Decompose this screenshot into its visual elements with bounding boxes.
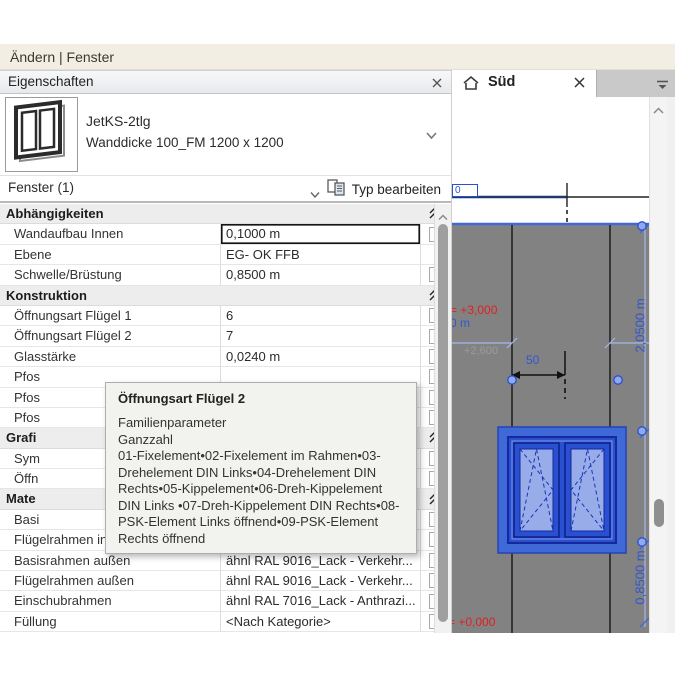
- tooltip-meta2: Ganzzahl: [118, 431, 173, 447]
- property-row: Einschubrahmen ähnl RAL 7016_Lack - Anth…: [0, 591, 447, 612]
- property-row: Öffnungsart Flügel 1 6: [0, 305, 447, 327]
- filter-row: Fenster (1) Typ bearbeiten: [0, 176, 451, 203]
- property-label: Füllung: [14, 613, 57, 629]
- drawing-viewport: Süd 0 = +3,000 0 m +2,600 50 2,0500 m 0,…: [452, 70, 675, 633]
- property-value[interactable]: 7: [220, 326, 421, 346]
- property-value[interactable]: 0,8500 m: [220, 265, 421, 285]
- section-row[interactable]: Konstruktion: [0, 285, 447, 306]
- property-value[interactable]: 0,1000 m: [220, 224, 421, 244]
- property-label: Glasstärke: [14, 348, 77, 364]
- properties-panel-title: Eigenschaften: [8, 74, 94, 89]
- chevron-down-icon[interactable]: [310, 185, 320, 203]
- edit-type-label: Typ bearbeiten: [351, 181, 441, 197]
- property-row: Flügelrahmen außen ähnl RAL 9016_Lack - …: [0, 571, 447, 592]
- property-value[interactable]: <Nach Kategorie>: [220, 611, 421, 632]
- view-scrollbar[interactable]: [649, 97, 667, 633]
- property-label: Öffnungsart Flügel 2: [14, 328, 132, 344]
- type-name: Wanddicke 100_FM 1200 x 1200: [86, 135, 284, 150]
- level-annotation-top[interactable]: = +3,000: [452, 303, 497, 317]
- tooltip-body: 01-Fixelement•02-Fixelement im Rahmen•03…: [118, 448, 400, 546]
- view-tab-menu-icon[interactable]: [656, 78, 669, 96]
- property-label: Flügelrahmen außen: [14, 573, 134, 589]
- dim-annotation-top[interactable]: 0 m: [452, 316, 470, 330]
- mode-toolbar-label: Ändern | Fenster: [10, 49, 115, 65]
- property-row: Schwelle/Brüstung 0,8500 m: [0, 265, 447, 286]
- property-value[interactable]: ähnl RAL 7016_Lack - Anthrazi...: [220, 591, 421, 611]
- revit-window: Ändern | Fenster Eigenschaften JetKS-2tl…: [0, 0, 675, 675]
- scrollbar-thumb[interactable]: [654, 499, 664, 527]
- tab-sued[interactable]: Süd: [452, 70, 597, 97]
- property-label: Einschubrahmen: [14, 593, 112, 609]
- close-icon[interactable]: [429, 75, 445, 91]
- property-label: Wandaufbau Innen: [14, 226, 124, 242]
- properties-panel-header: Eigenschaften: [0, 70, 451, 94]
- width-dimension-value[interactable]: 50: [526, 353, 539, 367]
- level-annotation-faint: +2,600: [464, 345, 498, 357]
- tooltip-title: Öffnungsart Flügel 2: [118, 391, 246, 406]
- height-dimension-top[interactable]: 2,0500 m: [633, 291, 648, 361]
- properties-scrollbar[interactable]: [434, 204, 451, 633]
- element-filter[interactable]: Fenster (1): [8, 180, 74, 195]
- mode-toolbar: Ändern | Fenster: [0, 44, 675, 70]
- right-edge-strip: [667, 97, 675, 633]
- property-value[interactable]: ähnl RAL 9016_Lack - Verkehr...: [220, 571, 421, 591]
- property-label: Schwelle/Brüstung: [14, 267, 122, 283]
- scrollbar-thumb[interactable]: [438, 224, 448, 622]
- edit-type-button[interactable]: Typ bearbeiten: [327, 178, 441, 200]
- elevation-drawing: [452, 183, 649, 633]
- view-tab-bar: Süd: [452, 70, 675, 97]
- section-label: Konstruktion: [6, 287, 87, 303]
- type-name-block: JetKS-2tlg Wanddicke 100_FM 1200 x 1200: [86, 110, 284, 154]
- property-label: Ebene: [14, 246, 52, 262]
- property-value[interactable]: 0,0240 m: [220, 346, 421, 367]
- property-row: Füllung <Nach Kategorie>: [0, 611, 447, 633]
- property-value[interactable]: EG- OK FFB: [220, 244, 421, 265]
- level-head-tag[interactable]: 0: [452, 184, 478, 197]
- elevation-canvas[interactable]: 0 = +3,000 0 m +2,600 50 2,0500 m 0,8500…: [452, 97, 649, 633]
- section-label: Abhängigkeiten: [6, 206, 104, 221]
- scroll-up-icon[interactable]: [653, 102, 664, 120]
- property-row: Wandaufbau Innen 0,1000 m: [0, 224, 447, 245]
- family-name: JetKS-2tlg: [86, 113, 151, 129]
- property-value[interactable]: 6: [220, 305, 421, 326]
- property-label: Öffnungsart Flügel 1: [14, 307, 132, 323]
- type-selector[interactable]: JetKS-2tlg Wanddicke 100_FM 1200 x 1200: [0, 94, 451, 176]
- chevron-down-icon[interactable]: [426, 126, 437, 144]
- parameter-tooltip: Öffnungsart Flügel 2 Familienparameter G…: [105, 382, 417, 554]
- selected-window[interactable]: [497, 426, 627, 554]
- view-tab-label: Süd: [488, 74, 516, 90]
- level-annotation-bottom[interactable]: = +0,000: [452, 615, 495, 629]
- property-row: Ebene EG- OK FFB: [0, 244, 447, 266]
- section-row[interactable]: Abhängigkeiten: [0, 204, 447, 225]
- close-view-icon[interactable]: [573, 76, 586, 94]
- property-row: Glasstärke 0,0240 m: [0, 346, 447, 368]
- height-dimension-bottom[interactable]: 0,8500 m: [633, 543, 648, 613]
- type-thumbnail: [5, 97, 78, 172]
- property-row: Öffnungsart Flügel 2 7: [0, 326, 447, 347]
- tooltip-meta1: Familienparameter: [118, 415, 227, 430]
- home-icon: [462, 75, 480, 96]
- edit-type-icon: [327, 179, 346, 199]
